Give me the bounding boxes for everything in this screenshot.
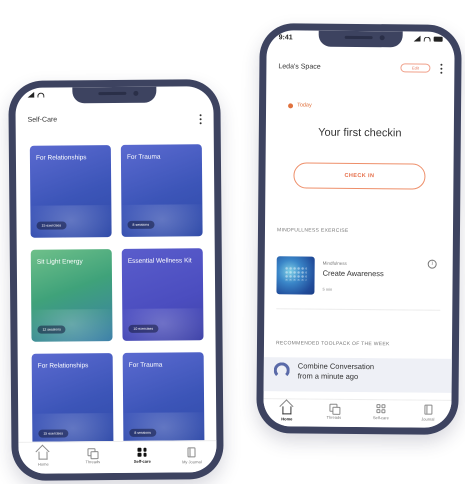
exercise-kicker: Mindfulness <box>322 260 347 266</box>
card-badge: 8 sessions <box>129 428 156 437</box>
phone-left: Self-Care For Relationships 15 exercises… <box>8 79 224 481</box>
page-title: Self-Care <box>27 116 58 124</box>
nav-home[interactable]: Home <box>23 448 63 467</box>
grid-icon <box>137 447 147 457</box>
left-bottom-nav: Home Threads Self-care My Journal <box>18 440 217 474</box>
threads-icon <box>329 404 339 413</box>
card-title: For Trauma <box>128 361 163 369</box>
mindfulness-exercise-item[interactable]: Mindfulness Create Awareness 5 min i <box>276 256 440 307</box>
signal-icon <box>27 92 34 98</box>
toolpack-icon <box>273 362 290 379</box>
exercise-duration: 5 min <box>322 286 333 292</box>
nav-label: Home <box>281 416 293 422</box>
info-icon[interactable]: i <box>427 259 437 269</box>
exercise-thumbnail <box>276 256 315 295</box>
status-time: 9:41 <box>278 34 293 42</box>
space-title: Leda's Space <box>278 63 321 71</box>
today-label: Today <box>297 102 312 109</box>
nav-label: Journal <box>421 416 435 422</box>
right-bottom-nav: Home Threads Self-care Journal <box>263 398 452 428</box>
nav-journal[interactable]: Journal <box>408 404 448 422</box>
today-indicator: Today <box>288 102 312 109</box>
card-for-trauma-2[interactable]: For Trauma 8 sessions <box>122 352 205 445</box>
more-options-icon[interactable] <box>198 113 204 125</box>
nav-threads[interactable]: Threads <box>73 448 113 464</box>
selfcare-card-grid: For Relationships 15 exercises For Traum… <box>29 144 205 465</box>
journal-icon <box>423 404 432 415</box>
nav-self-care[interactable]: Self-care <box>361 404 401 420</box>
card-title: Essential Wellness Kit <box>127 257 192 265</box>
left-status-icons <box>27 92 45 98</box>
toolpack-section-label: RECOMMENDED TOOLPACK OF THE WEEK <box>275 340 390 348</box>
left-header: Self-Care <box>28 112 204 128</box>
edit-pill-button[interactable]: Edit <box>400 63 431 73</box>
battery-icon <box>433 36 443 42</box>
phone-right: 9:41 Leda's Space Edit Today Your first … <box>256 23 462 435</box>
card-title: Sit Light Energy <box>36 258 83 266</box>
nav-label: Threads <box>85 459 101 465</box>
toolpack-subtitle: from a minute ago <box>297 371 359 381</box>
mindfulness-section-label: MINDFULLNESS EXERCISE <box>276 227 349 234</box>
nav-label: Self-care <box>133 458 151 464</box>
left-screen: Self-Care For Relationships 15 exercises… <box>15 86 217 474</box>
nav-self-care[interactable]: Self-care <box>122 447 162 464</box>
card-badge: 15 exercises <box>36 221 67 230</box>
today-dot-icon <box>288 102 294 108</box>
card-for-trauma[interactable]: For Trauma 8 sessions <box>120 144 203 237</box>
toolpack-title: Combine Conversation <box>297 361 375 372</box>
card-badge: 8 sessions <box>127 220 155 229</box>
card-essential-wellness-kit[interactable]: Essential Wellness Kit 10 exercises <box>121 248 204 341</box>
left-notch <box>72 86 157 104</box>
exercise-title: Create Awareness <box>322 268 384 279</box>
card-badge: 12 sessions <box>37 325 66 334</box>
right-notch <box>318 30 403 48</box>
home-icon <box>282 406 292 415</box>
nav-home[interactable]: Home <box>267 403 307 421</box>
divider <box>276 308 441 311</box>
card-title: For Relationships <box>35 154 87 162</box>
nav-threads[interactable]: Threads <box>314 404 354 420</box>
checkin-title: Your first checkin <box>318 126 402 140</box>
card-badge: 15 exercises <box>38 429 69 438</box>
card-for-relationships-2[interactable]: For Relationships 15 exercises <box>31 353 114 446</box>
home-icon <box>38 451 48 460</box>
wifi-icon <box>423 36 431 42</box>
nav-label: Home <box>37 461 49 467</box>
card-title: For Relationships <box>37 362 89 370</box>
toolpack-item[interactable]: Combine Conversation from a minute ago <box>263 357 452 393</box>
right-status-icons <box>414 35 443 41</box>
right-header: Leda's Space Edit <box>278 60 444 75</box>
nav-journal[interactable]: My Journal <box>172 447 212 464</box>
nav-label: Threads <box>326 414 342 420</box>
threads-icon <box>88 448 98 457</box>
signal-icon <box>414 35 421 41</box>
card-sit-light-energy[interactable]: Sit Light Energy 12 sessions <box>30 249 113 342</box>
grid-icon <box>376 404 386 414</box>
card-title: For Trauma <box>126 153 161 161</box>
nav-label: Self-care <box>372 415 389 421</box>
check-in-button[interactable]: CHECK IN <box>293 162 426 190</box>
journal-icon <box>187 447 196 458</box>
more-options-icon[interactable] <box>438 63 444 75</box>
card-for-relationships[interactable]: For Relationships 15 exercises <box>29 145 112 238</box>
card-badge: 10 exercises <box>128 324 159 333</box>
wifi-icon <box>37 92 45 98</box>
right-screen: 9:41 Leda's Space Edit Today Your first … <box>263 30 455 428</box>
nav-label: My Journal <box>182 459 202 465</box>
